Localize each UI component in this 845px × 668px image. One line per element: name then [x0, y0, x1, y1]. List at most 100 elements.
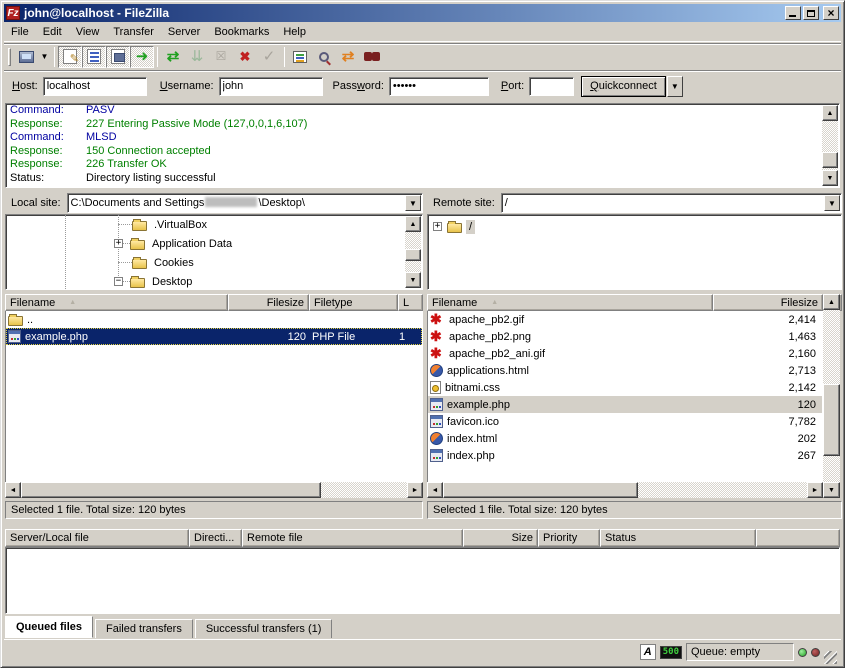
local-tree-scrollbar[interactable]: ▲ ▼ — [405, 216, 421, 288]
speed-limit-indicator-icon[interactable]: 500 — [660, 646, 682, 659]
process-queue-button[interactable]: ⇊ — [185, 46, 209, 68]
site-manager-dropdown[interactable]: ▼ — [38, 46, 51, 68]
scroll-down-icon[interactable]: ▼ — [405, 272, 421, 288]
toggle-remote-tree-button[interactable] — [106, 46, 130, 68]
toolbar-grip[interactable] — [8, 48, 11, 66]
column-last-modified[interactable]: L — [398, 294, 423, 311]
file-row-example-php[interactable]: example.php 120 PHP File 1 — [6, 328, 422, 345]
resize-grip[interactable] — [824, 651, 837, 664]
expand-plus-icon[interactable]: + — [114, 239, 123, 248]
column-filesize[interactable]: Filesize — [713, 294, 823, 311]
collapse-minus-icon[interactable]: − — [114, 277, 123, 286]
site-manager-button[interactable] — [14, 46, 38, 68]
cancel-operation-button[interactable]: ☒ — [209, 46, 233, 68]
menu-help[interactable]: Help — [276, 24, 313, 40]
file-row[interactable]: bitnami.css2,142 — [428, 379, 822, 396]
scrollbar-thumb[interactable] — [405, 249, 421, 261]
column-remote-file[interactable]: Remote file — [242, 529, 463, 547]
file-row[interactable]: favicon.ico7,782 — [428, 413, 822, 430]
local-file-list[interactable]: .. example.php 120 PHP File 1 — [5, 311, 423, 482]
menu-edit[interactable]: Edit — [36, 24, 69, 40]
toggle-message-log-button[interactable] — [58, 46, 82, 68]
queue-body[interactable] — [5, 547, 840, 614]
tab-failed-transfers[interactable]: Failed transfers — [95, 619, 193, 638]
menu-transfer[interactable]: Transfer — [106, 24, 161, 40]
tree-item-root[interactable]: + / — [428, 217, 841, 236]
menu-view[interactable]: View — [69, 24, 107, 40]
quickconnect-dropdown[interactable]: ▼ — [667, 76, 683, 97]
column-priority[interactable]: Priority — [538, 529, 600, 547]
column-filename[interactable]: Filename — [5, 294, 228, 311]
scroll-up-icon[interactable]: ▲ — [405, 216, 421, 232]
file-row[interactable]: applications.html2,713 — [428, 362, 822, 379]
maximize-button[interactable] — [803, 6, 819, 20]
local-list-hscrollbar[interactable]: ◄ ► — [5, 482, 423, 498]
title-bar[interactable]: Fz john@localhost - FileZilla × — [4, 4, 841, 22]
local-tree[interactable]: .VirtualBox + Application Data Cookies −… — [5, 214, 423, 290]
file-row-example-php[interactable]: example.php120 — [428, 396, 822, 413]
scroll-up-icon[interactable]: ▲ — [823, 294, 840, 310]
column-filesize[interactable]: Filesize — [228, 294, 309, 311]
file-row[interactable]: apache_pb2.png1,463 — [428, 328, 822, 345]
data-type-indicator-icon[interactable]: A — [640, 644, 656, 660]
menu-file[interactable]: File — [4, 24, 36, 40]
remote-site-combobox[interactable]: / ▼ — [501, 193, 842, 213]
tree-item-desktop[interactable]: − Desktop — [6, 272, 422, 290]
local-site-combobox[interactable]: C:\Documents and Settings\Desktop\ ▼ — [67, 193, 423, 213]
file-row[interactable]: apache_pb2.gif2,414 — [428, 311, 822, 328]
scrollbar-thumb[interactable] — [443, 482, 638, 498]
toggle-transfer-queue-button[interactable]: ➜ — [130, 46, 154, 68]
tree-item-application-data[interactable]: + Application Data — [6, 234, 422, 253]
remote-file-list[interactable]: apache_pb2.gif2,414 apache_pb2.png1,463 … — [427, 311, 823, 482]
menu-server[interactable]: Server — [161, 24, 207, 40]
scrollbar-thumb[interactable] — [21, 482, 321, 498]
scroll-down-icon[interactable]: ▼ — [822, 170, 838, 186]
toggle-local-tree-button[interactable] — [82, 46, 106, 68]
refresh-button[interactable]: ⇄ — [161, 46, 185, 68]
scroll-up-icon[interactable]: ▲ — [822, 105, 838, 121]
disconnect-button[interactable]: ✖ — [233, 46, 257, 68]
file-row[interactable]: apache_pb2_ani.gif2,160 — [428, 345, 822, 362]
file-row[interactable]: index.php267 — [428, 447, 822, 464]
username-input[interactable] — [219, 77, 323, 96]
reconnect-button[interactable]: ✓ — [257, 46, 281, 68]
synchronized-browsing-button[interactable]: ⇄ — [336, 46, 360, 68]
find-files-button[interactable] — [360, 46, 384, 68]
tab-queued-files[interactable]: Queued files — [5, 616, 93, 638]
scroll-left-icon[interactable]: ◄ — [427, 482, 443, 498]
column-filetype[interactable]: Filetype — [309, 294, 398, 311]
column-status[interactable]: Status — [600, 529, 756, 547]
scroll-left-icon[interactable]: ◄ — [5, 482, 21, 498]
column-filename[interactable]: Filename — [427, 294, 713, 311]
combo-arrow-icon[interactable]: ▼ — [824, 195, 840, 211]
scroll-right-icon[interactable]: ► — [407, 482, 423, 498]
remote-list-hscrollbar[interactable]: ◄ ► — [427, 482, 823, 498]
file-row-parent-dir[interactable]: .. — [6, 311, 422, 328]
tree-item-virtualbox[interactable]: .VirtualBox — [6, 215, 422, 234]
file-row[interactable]: index.html202 — [428, 430, 822, 447]
tree-item-cookies[interactable]: Cookies — [6, 253, 422, 272]
directory-comparison-button[interactable] — [312, 46, 336, 68]
menu-bookmarks[interactable]: Bookmarks — [207, 24, 276, 40]
combo-arrow-icon[interactable]: ▼ — [405, 195, 421, 211]
remote-list-scrollbar[interactable]: ▲ ▼ — [823, 294, 840, 498]
column-size[interactable]: Size — [463, 529, 538, 547]
port-input[interactable] — [529, 77, 574, 96]
column-direction[interactable]: Directi... — [189, 529, 242, 547]
scrollbar-thumb[interactable] — [822, 152, 838, 168]
close-button[interactable]: × — [823, 6, 839, 20]
directory-listing-filters-button[interactable] — [288, 46, 312, 68]
tab-successful-transfers[interactable]: Successful transfers (1) — [195, 619, 333, 638]
password-input[interactable] — [389, 77, 489, 96]
column-server-local-file[interactable]: Server/Local file — [5, 529, 189, 547]
minimize-button[interactable] — [785, 6, 801, 20]
host-input[interactable] — [43, 77, 147, 96]
remote-tree[interactable]: + / — [427, 214, 842, 290]
log-scrollbar[interactable]: ▲ ▼ — [822, 105, 838, 186]
scroll-down-icon[interactable]: ▼ — [823, 482, 840, 498]
scrollbar-thumb[interactable] — [823, 384, 840, 456]
quickconnect-button[interactable]: Quickconnect — [581, 76, 666, 97]
expand-plus-icon[interactable]: + — [433, 222, 442, 231]
scroll-right-icon[interactable]: ► — [807, 482, 823, 498]
message-log[interactable]: Command:PASV Response:227 Entering Passi… — [5, 103, 840, 188]
